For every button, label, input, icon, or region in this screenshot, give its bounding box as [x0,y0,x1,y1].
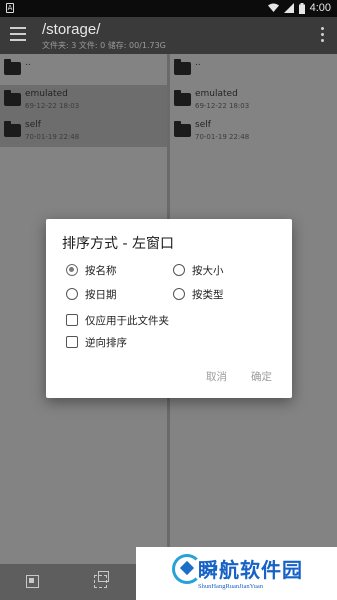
storage-summary: 文件夹: 3 文件: 0 储存: 00/1.73G [42,41,166,50]
item-date: 69-12-22 18:03 [195,102,250,110]
radio-sort-by-name[interactable] [66,264,78,276]
ok-button[interactable]: 确定 [251,369,272,384]
wifi-icon [267,3,279,12]
watermark-subtitle: ShunHangRuanJianYuan [198,583,263,590]
radio-sort-by-type[interactable] [173,288,185,300]
list-item[interactable]: self 70-01-19 22:48 [0,116,167,147]
item-date: 70-01-19 22:48 [25,133,80,141]
label-sort-by-name[interactable]: 按名称 [85,263,117,278]
folder-icon [4,59,21,75]
menu-icon[interactable] [10,27,26,41]
item-name: .. [25,58,31,68]
item-name: self [195,120,211,130]
select-all-icon[interactable] [26,575,39,588]
dialog-title: 排序方式 - 左窗口 [62,236,174,252]
item-name: emulated [25,89,68,99]
radio-sort-by-date[interactable] [66,288,78,300]
folder-icon [174,90,191,106]
list-item[interactable]: emulated 69-12-22 18:03 [170,85,337,116]
label-sort-by-type[interactable]: 按类型 [192,287,224,302]
clock: 4:00 [309,2,331,14]
notification-icon: A [6,3,14,13]
watermark-logo: 瞬航软件园 ShunHangRuanJianYuan [136,547,337,600]
folder-icon [174,59,191,75]
copy-icon[interactable] [94,571,109,588]
label-current-folder-only[interactable]: 仅应用于此文件夹 [85,313,169,328]
status-bar: A 4:00 [0,0,337,17]
folder-icon [4,90,21,106]
folder-icon [174,121,191,137]
list-item[interactable]: self 70-01-19 22:48 [170,116,337,147]
label-sort-by-size[interactable]: 按大小 [192,263,224,278]
item-name: .. [195,58,201,68]
label-sort-by-date[interactable]: 按日期 [85,287,117,302]
status-icons: 4:00 [267,2,331,14]
list-item[interactable]: emulated 69-12-22 18:03 [0,85,167,116]
sort-dialog: 排序方式 - 左窗口 按名称 按大小 按日期 按类型 仅应用于此文件夹 逆向排序… [46,219,292,398]
list-item-parent[interactable]: .. [170,54,337,85]
item-date: 69-12-22 18:03 [25,102,80,110]
cell-signal-icon [283,3,294,13]
current-path: /storage/ [42,21,101,38]
folder-icon [4,121,21,137]
list-item-parent[interactable]: .. [0,54,167,85]
checkbox-reverse-order[interactable] [66,336,78,348]
app-bar: /storage/ 文件夹: 3 文件: 0 储存: 00/1.73G [0,17,337,54]
cancel-button[interactable]: 取消 [206,369,227,384]
overflow-menu-icon[interactable] [321,27,325,45]
watermark-name: 瞬航软件园 [198,558,303,582]
radio-sort-by-size[interactable] [173,264,185,276]
checkbox-current-folder-only[interactable] [66,314,78,326]
item-date: 70-01-19 22:48 [195,133,250,141]
item-name: emulated [195,89,238,99]
label-reverse-order[interactable]: 逆向排序 [85,335,127,350]
item-name: self [25,120,41,130]
battery-icon [298,2,305,14]
